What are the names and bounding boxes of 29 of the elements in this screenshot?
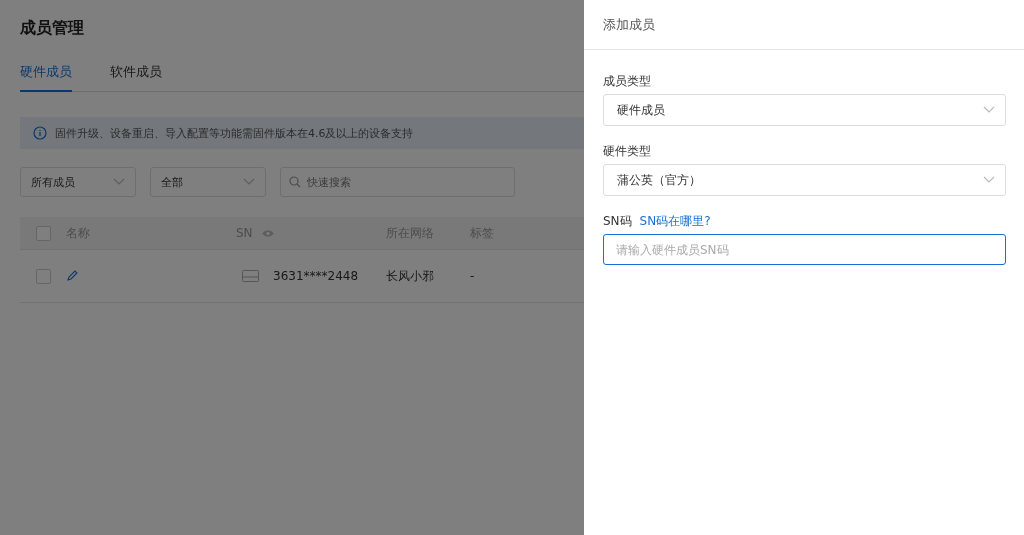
eye-icon[interactable] (260, 228, 275, 238)
chevron-icon (113, 178, 125, 186)
dropdown[interactable]: 硬件成员 (603, 94, 1006, 126)
drawer-title: 添加成员 (584, 0, 1024, 50)
tab[interactable]: 软件成员 (110, 57, 162, 92)
chevron-icon (983, 176, 995, 184)
notice-text: 固件升级、设备重启、导入配置等功能需固件版本在4.6及以上的设备支持 (55, 125, 414, 141)
dropdown[interactable]: 所有成员 (20, 167, 136, 197)
checkbox[interactable] (35, 268, 51, 284)
page-title: 成员管理 (20, 17, 84, 39)
table-cell: 长风小邪 (386, 267, 434, 285)
help-link[interactable]: SN码在哪里? (639, 208, 711, 234)
table-cell: 3631****2448 (273, 269, 359, 283)
search-field[interactable]: 快速搜索 (280, 167, 515, 197)
dropdown[interactable]: 蒲公英（官方） (603, 164, 1006, 196)
dropdown[interactable]: 全部 (150, 167, 266, 197)
chevron-icon (983, 106, 995, 114)
field-label: SN码 (603, 213, 632, 230)
field-label: 成员类型 (603, 73, 652, 90)
chevron-icon (243, 178, 255, 186)
checkbox[interactable] (35, 225, 51, 241)
device-icon (242, 270, 259, 282)
field-label: 硬件类型 (603, 143, 652, 160)
info-icon (33, 126, 47, 140)
tab[interactable]: 硬件成员 (20, 57, 72, 92)
table-cell: - (470, 269, 475, 283)
edit-icon[interactable] (66, 270, 78, 282)
search-icon (289, 176, 301, 188)
input-field[interactable]: 请输入硬件成员SN码 (603, 234, 1006, 265)
